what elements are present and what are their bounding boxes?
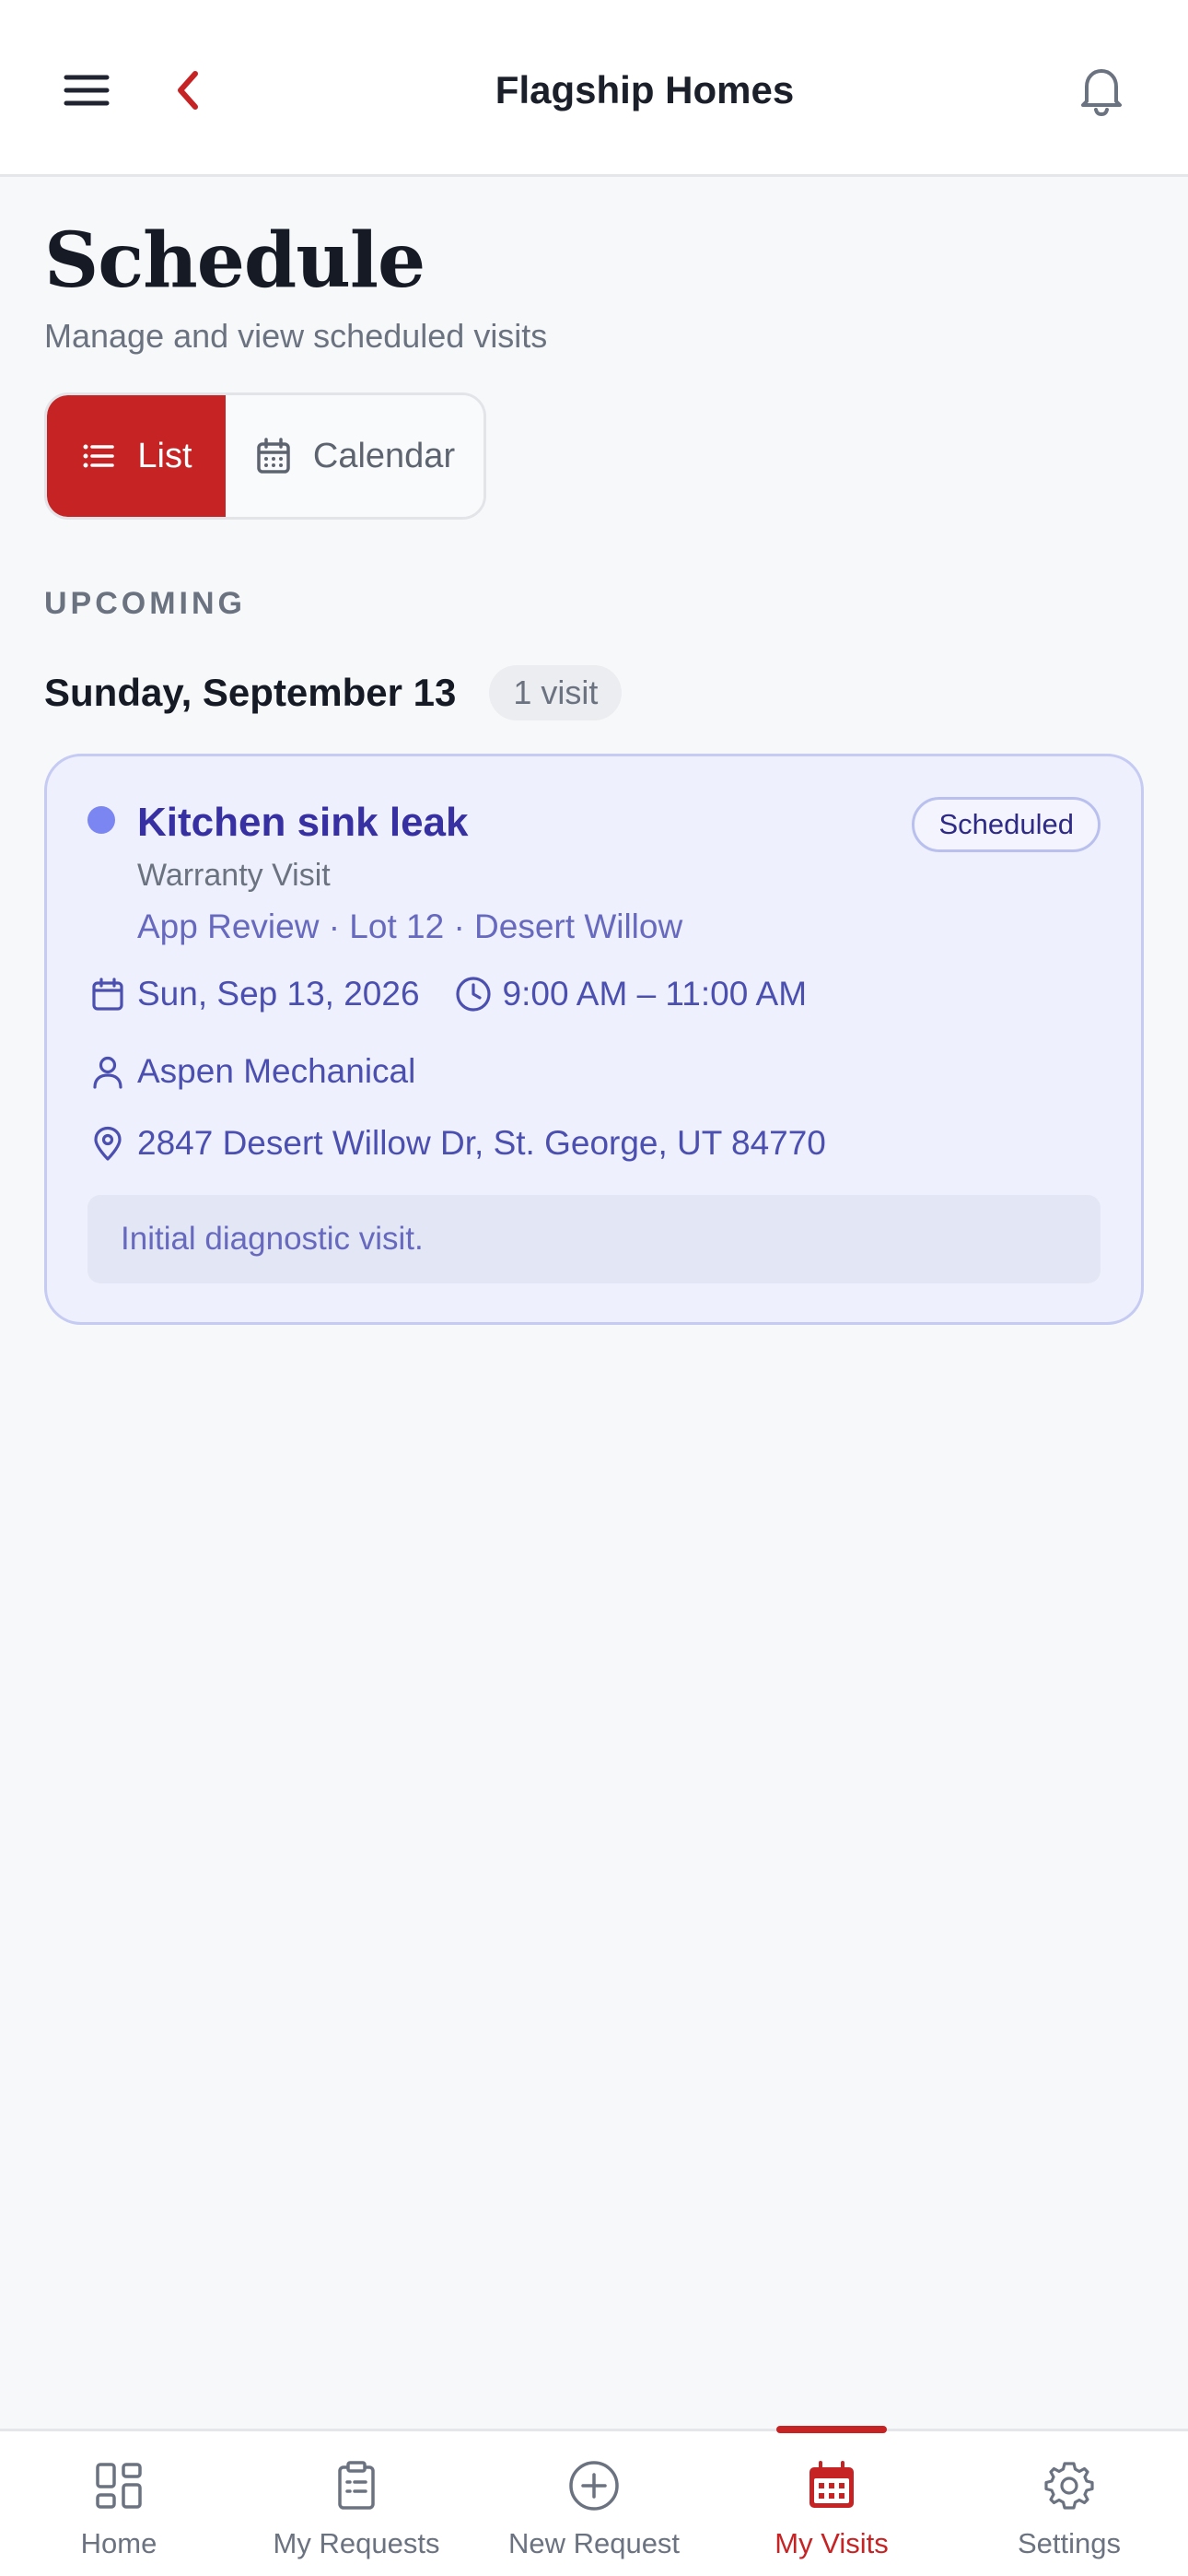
nav-item-my-visits[interactable]: My Visits <box>713 2426 950 2576</box>
nav-item-my-requests[interactable]: My Requests <box>238 2431 475 2576</box>
nav-label-new-request: New Request <box>507 2527 681 2559</box>
visit-address-row: 2847 Desert Willow Dr, St. George, UT 84… <box>87 1123 826 1164</box>
visit-meta: App Review · Lot 12 · Desert Willow <box>137 907 683 945</box>
list-view-button[interactable]: List <box>47 395 226 517</box>
plus-circle-icon <box>566 2453 622 2518</box>
visit-time: 9:00 AM – 11:00 AM <box>502 975 808 1013</box>
list-icon <box>83 444 115 468</box>
view-toggle: List Calendar <box>44 392 486 520</box>
calendar-icon <box>87 974 128 1014</box>
app-header: Flagship Homes <box>0 0 1188 177</box>
user-icon <box>87 1051 128 1092</box>
calendar-view-label: Calendar <box>312 436 456 475</box>
nav-label-my-visits: My Visits <box>775 2527 889 2559</box>
nav-label-home: Home <box>80 2527 157 2559</box>
calendar-icon <box>257 438 290 474</box>
grid-icon <box>93 2453 145 2518</box>
visit-technician-row: Aspen Mechanical <box>87 1051 415 1092</box>
status-badge: Scheduled <box>912 797 1101 852</box>
page-subtitle: Manage and view scheduled visits <box>44 317 548 355</box>
day-group-date: Sunday, September 13 <box>44 671 457 714</box>
visit-count-badge: 1 visit <box>489 665 623 720</box>
calendar-view-button[interactable]: Calendar <box>226 395 483 517</box>
notifications-button[interactable] <box>1068 57 1135 123</box>
visit-address: 2847 Desert Willow Dr, St. George, UT 84… <box>137 1124 826 1162</box>
active-tab-indicator <box>776 2426 887 2433</box>
clipboard-icon <box>331 2453 382 2518</box>
day-group-header: Sunday, September 13 1 visit <box>44 660 623 726</box>
status-dot <box>87 806 115 834</box>
map-pin-icon <box>87 1123 128 1164</box>
clock-icon <box>453 974 494 1014</box>
bottom-nav: Home My Requests New Request My Visits S… <box>0 2426 1188 2576</box>
visit-date: Sun, Sep 13, 2026 <box>137 975 420 1013</box>
list-view-label: List <box>137 436 192 475</box>
calendar-icon <box>805 2453 858 2518</box>
nav-item-home[interactable]: Home <box>0 2431 238 2576</box>
nav-label-settings: Settings <box>1017 2527 1121 2559</box>
visit-technician: Aspen Mechanical <box>137 1052 416 1090</box>
nav-item-settings[interactable]: Settings <box>950 2431 1188 2576</box>
nav-label-my-requests: My Requests <box>273 2527 440 2559</box>
gear-icon <box>1042 2453 1096 2518</box>
visit-title: Kitchen sink leak <box>137 800 469 845</box>
section-label-upcoming: UPCOMING <box>44 586 246 621</box>
visit-note: Initial diagnostic visit. <box>87 1195 1101 1283</box>
visit-type: Warranty Visit <box>137 858 331 893</box>
visit-card[interactable]: Kitchen sink leak Scheduled Warranty Vis… <box>44 754 1144 1325</box>
visit-datetime-row: Sun, Sep 13, 2026 9:00 AM – 11:00 AM <box>87 974 807 1014</box>
bell-icon <box>1081 69 1122 117</box>
page-title: Schedule <box>44 217 425 305</box>
header-title: Flagship Homes <box>495 68 795 111</box>
nav-item-new-request[interactable]: New Request <box>475 2431 713 2576</box>
